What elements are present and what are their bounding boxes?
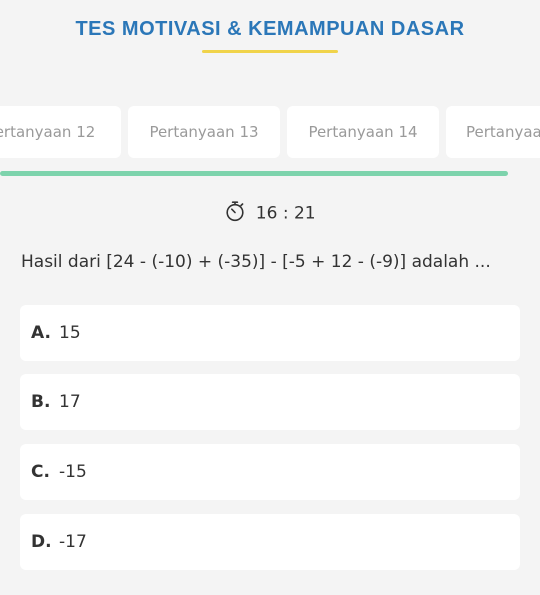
progress-bar (0, 171, 540, 176)
option-letter: A. (31, 323, 51, 343)
stopwatch-icon (224, 200, 246, 227)
page-header: TES MOTIVASI & KEMAMPUAN DASAR (0, 0, 540, 90)
question-text: Hasil dari [24 - (-10) + (-35)] - [-5 + … (21, 252, 491, 272)
answer-option-c[interactable]: C. -15 (20, 444, 520, 500)
answer-option-b[interactable]: B. 17 (20, 374, 520, 430)
option-letter: C. (31, 462, 50, 482)
answer-option-d[interactable]: D. -17 (20, 514, 520, 570)
option-text: -17 (59, 532, 87, 552)
title-underline (202, 50, 338, 53)
option-text: 17 (59, 392, 81, 412)
option-letter: D. (31, 532, 52, 552)
option-letter: B. (31, 392, 51, 412)
answer-option-a[interactable]: A. 15 (20, 305, 520, 361)
timer: 16 : 21 (0, 200, 540, 226)
tab-question-14[interactable]: Pertanyaan 14 (287, 106, 439, 158)
question-tabs: ertanyaan 12 Pertanyaan 13 Pertanyaan 14… (0, 106, 540, 158)
progress-fill (0, 171, 508, 176)
tab-question-15[interactable]: Pertanyaa (446, 106, 540, 158)
page-title: TES MOTIVASI & KEMAMPUAN DASAR (75, 18, 465, 40)
timer-value: 16 : 21 (255, 203, 316, 224)
option-text: -15 (59, 462, 87, 482)
tab-question-12[interactable]: ertanyaan 12 (0, 106, 121, 158)
tab-question-13[interactable]: Pertanyaan 13 (128, 106, 280, 158)
option-text: 15 (59, 323, 81, 343)
